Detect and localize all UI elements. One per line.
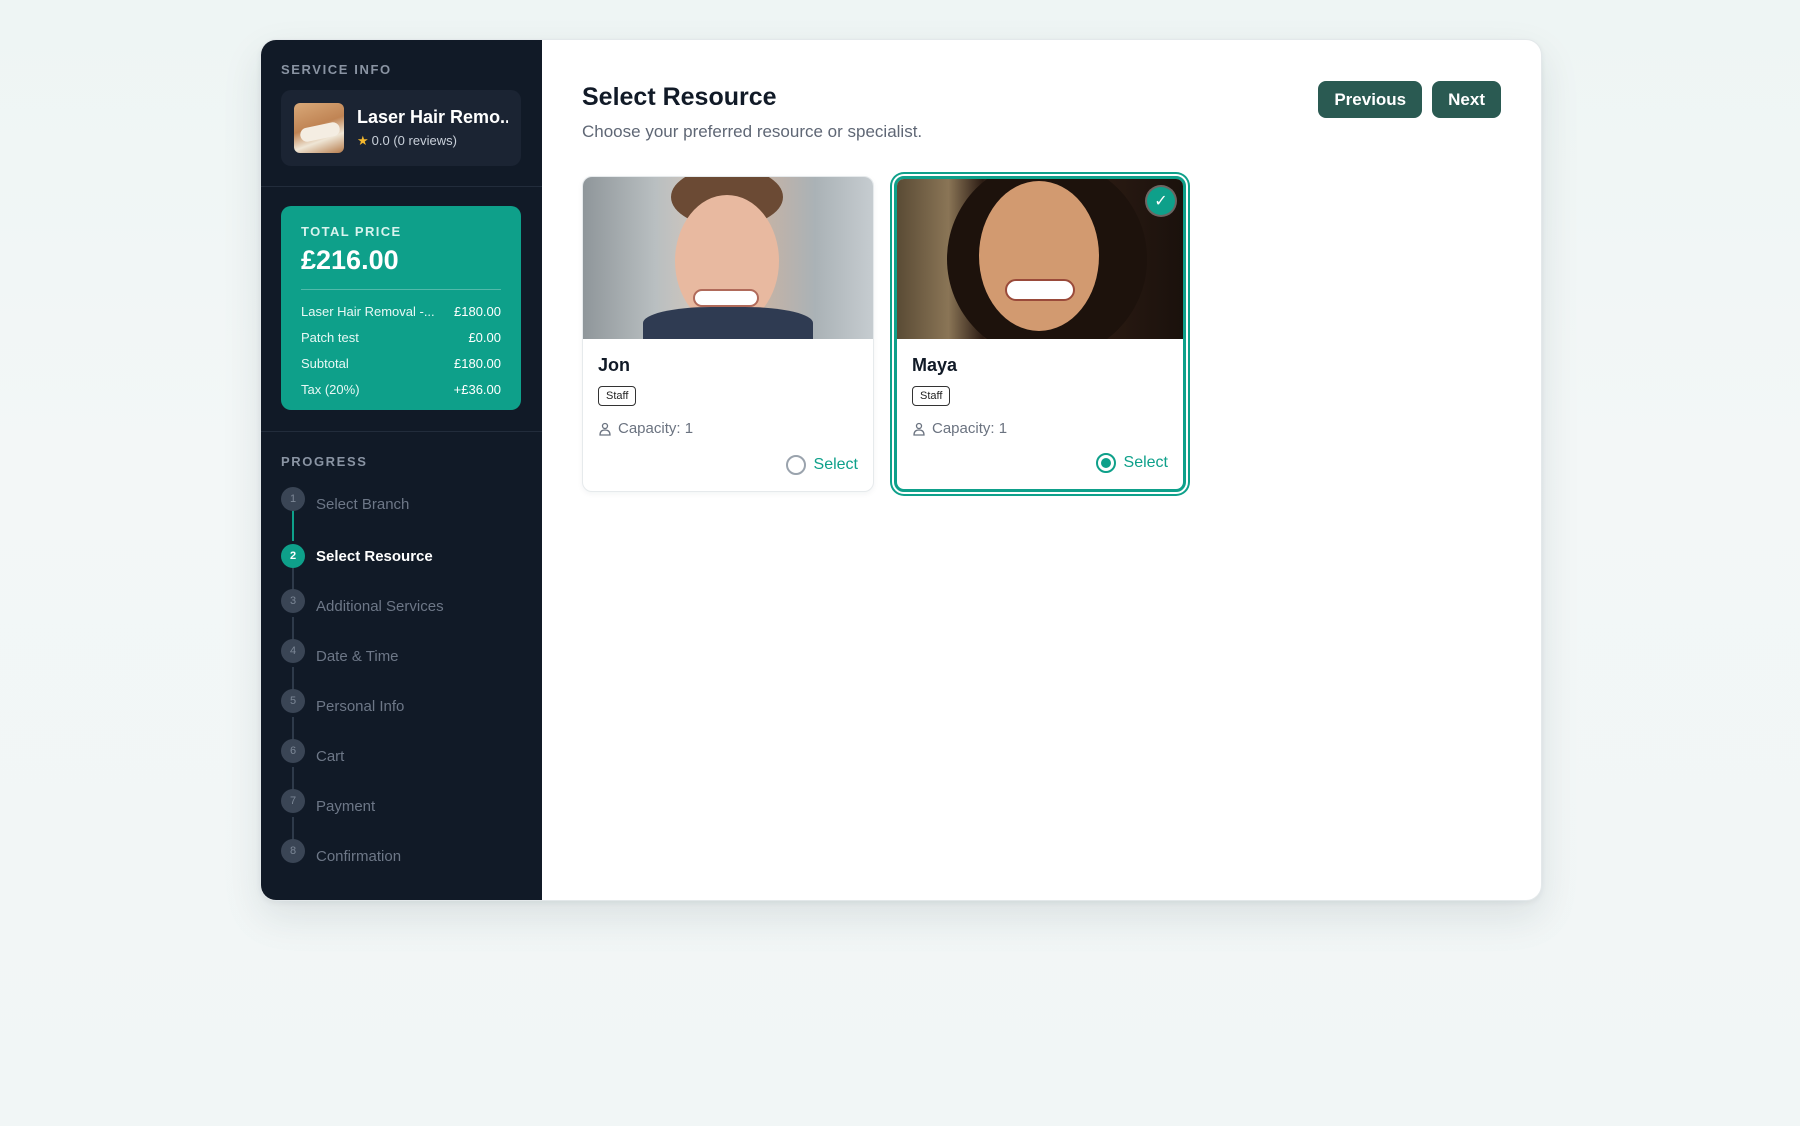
price-row-name: Patch test: [301, 329, 359, 345]
resource-photo: ✓: [897, 179, 1183, 339]
resource-capacity: Capacity: 1: [912, 420, 1168, 437]
total-price-label: TOTAL PRICE: [301, 224, 402, 239]
step-number: 5: [281, 689, 305, 713]
navigation-buttons: Previous Next: [1318, 81, 1501, 118]
rating-text: 0.0 (0 reviews): [371, 133, 457, 148]
photo-detail: [693, 289, 759, 307]
price-row-value: +£36.00: [453, 381, 501, 397]
resource-photo: [583, 177, 873, 339]
price-row: Laser Hair Removal -... £180.00: [301, 298, 501, 324]
price-row-value: £180.00: [454, 355, 501, 371]
step-cart[interactable]: 6 Cart: [281, 739, 345, 768]
progress-label: PROGRESS: [281, 454, 368, 469]
price-divider: [301, 289, 501, 290]
step-additional-services[interactable]: 3 Additional Services: [281, 589, 444, 618]
check-icon: ✓: [1147, 187, 1175, 215]
price-summary: TOTAL PRICE £216.00 Laser Hair Removal -…: [281, 206, 521, 410]
main-content: Select Resource Choose your preferred re…: [542, 40, 1541, 900]
step-label: Date & Time: [316, 647, 399, 665]
divider: [261, 186, 542, 187]
capacity-text: Capacity: 1: [618, 420, 694, 437]
page-title: Select Resource: [582, 83, 777, 111]
step-label: Payment: [316, 797, 376, 815]
price-row-name: Laser Hair Removal -...: [301, 303, 435, 319]
previous-button[interactable]: Previous: [1318, 81, 1423, 118]
select-label: Select: [1123, 454, 1168, 471]
price-row-name: Tax (20%): [301, 381, 360, 397]
step-number: 3: [281, 589, 305, 613]
step-label: Select Resource: [316, 547, 433, 565]
next-button[interactable]: Next: [1432, 81, 1501, 118]
step-label: Select Branch: [316, 495, 410, 513]
price-row-value: £0.00: [468, 329, 501, 345]
step-confirmation[interactable]: 8 Confirmation: [281, 839, 402, 868]
service-thumbnail: [294, 103, 344, 153]
step-personal-info[interactable]: 5 Personal Info: [281, 689, 405, 718]
step-number: 4: [281, 639, 305, 663]
booking-card: SERVICE INFO Laser Hair Remo... ★ 0.0 (0 …: [260, 39, 1542, 901]
select-option[interactable]: Select: [1095, 453, 1168, 473]
resource-type-badge: Staff: [598, 386, 637, 406]
step-select-branch[interactable]: 1 Select Branch: [281, 487, 410, 516]
step-number: 1: [281, 487, 305, 511]
step-payment[interactable]: 7 Payment: [281, 789, 376, 818]
radio-unchecked-icon[interactable]: [785, 455, 806, 475]
resource-capacity: Capacity: 1: [598, 420, 858, 437]
price-row-value: £180.00: [454, 303, 501, 319]
price-row: Patch test £0.00: [301, 324, 501, 350]
service-rating: ★ 0.0 (0 reviews): [357, 133, 508, 149]
price-row: Subtotal £180.00: [301, 350, 501, 376]
step-label: Confirmation: [316, 847, 402, 865]
page-subtitle: Choose your preferred resource or specia…: [582, 122, 923, 141]
step-select-resource[interactable]: 2 Select Resource: [281, 544, 433, 568]
select-label: Select: [813, 456, 858, 473]
price-row-name: Subtotal: [301, 355, 349, 371]
divider: [261, 431, 542, 432]
step-number: 8: [281, 839, 305, 863]
resource-card-maya[interactable]: ✓ Maya Staff Capacity: 1 Select: [894, 176, 1186, 492]
step-label: Personal Info: [316, 697, 405, 715]
star-icon: ★: [357, 133, 369, 148]
step-label: Additional Services: [316, 597, 444, 615]
photo-detail: [979, 181, 1099, 331]
photo-detail: [1005, 279, 1075, 301]
resource-list: Jon Staff Capacity: 1 Select ✓ Maya Staf…: [582, 176, 1186, 492]
select-option[interactable]: Select: [785, 455, 858, 475]
resource-card-jon[interactable]: Jon Staff Capacity: 1 Select: [582, 176, 874, 492]
resource-name: Jon: [598, 355, 631, 375]
step-number: 7: [281, 789, 305, 813]
step-number: 6: [281, 739, 305, 763]
capacity-text: Capacity: 1: [932, 420, 1008, 437]
sidebar: SERVICE INFO Laser Hair Remo... ★ 0.0 (0 …: [261, 40, 542, 900]
service-summary: Laser Hair Remo... ★ 0.0 (0 reviews): [281, 90, 521, 166]
resource-type-badge: Staff: [912, 386, 951, 406]
step-label: Cart: [316, 747, 345, 765]
service-info-label: SERVICE INFO: [281, 62, 392, 77]
price-row: Tax (20%) +£36.00: [301, 376, 501, 402]
total-price-value: £216.00: [301, 245, 399, 275]
photo-detail: [643, 307, 813, 339]
resource-name: Maya: [912, 355, 958, 375]
service-title: Laser Hair Remo...: [357, 107, 508, 127]
person-icon: [913, 422, 925, 436]
radio-checked-icon[interactable]: [1095, 453, 1116, 473]
step-date-time[interactable]: 4 Date & Time: [281, 639, 399, 668]
step-number: 2: [281, 544, 305, 568]
person-icon: [599, 422, 611, 436]
